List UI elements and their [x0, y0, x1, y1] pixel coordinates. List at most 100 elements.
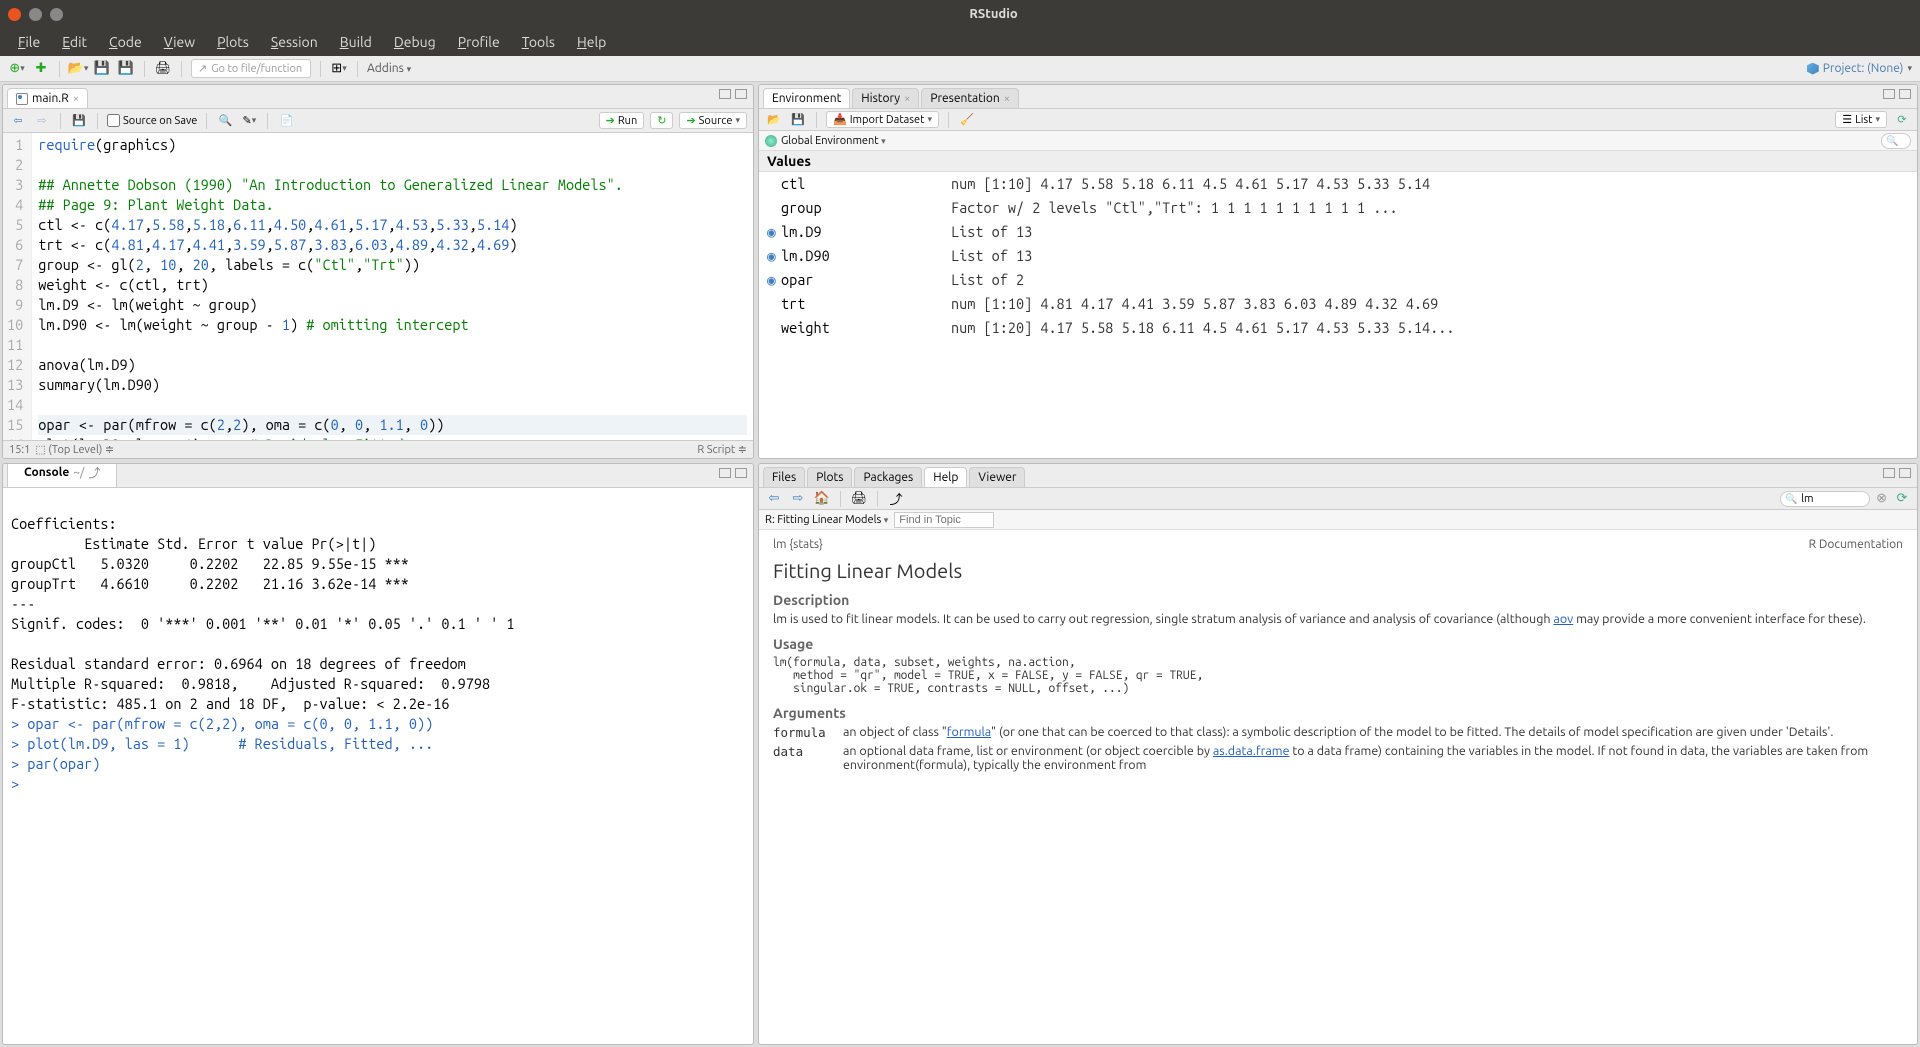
window-maximize-button[interactable] — [50, 8, 63, 21]
console-popout-icon[interactable]: ⤴ — [88, 464, 100, 481]
env-var-value: num [1:10] 4.17 5.58 5.18 6.11 4.5 4.61 … — [951, 173, 1909, 195]
tab-environment[interactable]: Environment — [763, 88, 850, 108]
list-view-button[interactable]: ☰ List ▾ — [1835, 111, 1887, 128]
console-tab[interactable]: Console ~/ ⤴ — [7, 463, 117, 487]
scope-indicator[interactable]: ⬚ (Top Level) ≑ — [35, 443, 114, 456]
tab-help[interactable]: Help — [924, 467, 967, 487]
console-output[interactable]: Coefficients: Estimate Std. Error t valu… — [3, 488, 753, 1044]
menu-plots[interactable]: Plots — [207, 30, 259, 54]
tab-plots[interactable]: Plots — [807, 467, 852, 487]
save-workspace-icon[interactable]: 💾 — [789, 111, 807, 129]
source-button[interactable]: ➔Source ▾ — [679, 112, 747, 129]
source-on-save-checkbox[interactable]: Source on Save — [107, 114, 197, 127]
find-icon[interactable]: 🔍 — [216, 112, 234, 130]
menu-edit[interactable]: Edit — [52, 30, 97, 54]
scope-selector[interactable]: Global Environment ▾ — [781, 135, 886, 147]
env-var-value: List of 13 — [951, 221, 1909, 243]
pane-minimize-icon[interactable] — [719, 89, 731, 99]
menu-tools[interactable]: Tools — [512, 30, 565, 54]
save-all-icon[interactable]: 💾 — [117, 60, 135, 78]
help-print-icon[interactable]: 🖨 — [850, 490, 868, 508]
expand-icon[interactable]: ◉ — [767, 245, 781, 267]
env-var-name: opar — [781, 269, 951, 291]
pane-maximize-icon[interactable] — [1899, 89, 1911, 99]
file-type-indicator[interactable]: R Script ≑ — [697, 443, 747, 456]
help-link-aov[interactable]: aov — [1553, 612, 1573, 626]
tab-viewer[interactable]: Viewer — [969, 467, 1025, 487]
save-icon[interactable]: 💾 — [93, 60, 111, 78]
menu-file[interactable]: File — [8, 30, 50, 54]
menu-view[interactable]: View — [154, 30, 205, 54]
new-file-icon[interactable]: ⊕▾ — [8, 60, 26, 78]
print-icon[interactable]: 🖨 — [154, 60, 172, 78]
source-tab-main[interactable]: main.R × — [7, 88, 88, 108]
help-search-clear-icon[interactable]: ⊗ — [1876, 491, 1887, 506]
pane-minimize-icon[interactable] — [719, 468, 731, 478]
new-project-icon[interactable]: ✚ — [32, 60, 50, 78]
menu-code[interactable]: Code — [99, 30, 152, 54]
goto-file-input[interactable]: ↗Go to file/function — [191, 59, 311, 78]
rerun-button[interactable]: ↻ — [650, 112, 673, 129]
menu-session[interactable]: Session — [261, 30, 328, 54]
report-icon[interactable]: 📄 — [277, 112, 295, 130]
tab-packages[interactable]: Packages — [854, 467, 922, 487]
close-tab-icon[interactable]: × — [73, 93, 79, 105]
pane-maximize-icon[interactable] — [735, 89, 747, 99]
help-refresh-icon[interactable]: ⟳ — [1893, 490, 1911, 508]
pane-maximize-icon[interactable] — [1899, 468, 1911, 478]
forward-icon[interactable]: ⇨ — [33, 112, 51, 130]
menu-profile[interactable]: Profile — [448, 30, 510, 54]
pane-maximize-icon[interactable] — [735, 468, 747, 478]
env-row[interactable]: ctlnum [1:10] 4.17 5.58 5.18 6.11 4.5 4.… — [759, 172, 1917, 196]
grid-icon[interactable]: ⊞▾ — [330, 60, 348, 78]
pane-minimize-icon[interactable] — [1883, 468, 1895, 478]
env-var-value: List of 13 — [951, 245, 1909, 267]
back-icon[interactable]: ⇦ — [9, 112, 27, 130]
clear-workspace-icon[interactable]: 🧹 — [958, 111, 976, 129]
help-search-input[interactable]: lm — [1780, 491, 1870, 507]
env-row[interactable]: trtnum [1:10] 4.81 4.17 4.41 3.59 5.87 3… — [759, 292, 1917, 316]
expand-icon[interactable]: ◉ — [767, 269, 781, 291]
window-close-button[interactable] — [8, 8, 21, 21]
env-var-name: lm.D90 — [781, 245, 951, 267]
run-button[interactable]: ➔Run — [599, 112, 645, 129]
menu-help[interactable]: Help — [567, 30, 616, 54]
import-dataset-button[interactable]: 📥 Import Dataset ▾ — [826, 111, 939, 128]
addins-dropdown[interactable]: Addins ▾ — [367, 62, 411, 75]
help-home-icon[interactable]: 🏠 — [813, 490, 831, 508]
project-dropdown[interactable]: Project: (None) ▾ — [1807, 62, 1912, 75]
env-row[interactable]: ◉lm.D9List of 13 — [759, 220, 1917, 244]
help-link[interactable]: formula — [947, 725, 991, 739]
tab-files[interactable]: Files — [763, 467, 805, 487]
open-file-icon[interactable]: 📂▾ — [69, 60, 87, 78]
refresh-icon[interactable]: ⟳ — [1893, 111, 1911, 129]
menu-build[interactable]: Build — [330, 30, 382, 54]
env-row[interactable]: ◉lm.D90List of 13 — [759, 244, 1917, 268]
help-forward-icon[interactable]: ⇨ — [789, 490, 807, 508]
wand-icon[interactable]: ✎▾ — [240, 112, 258, 130]
tab-presentation[interactable]: Presentation× — [921, 88, 1019, 108]
help-link[interactable]: as.data.frame — [1213, 744, 1290, 758]
env-row[interactable]: groupFactor w/ 2 levels "Ctl","Trt": 1 1… — [759, 196, 1917, 220]
close-tab-icon[interactable]: × — [1004, 93, 1010, 105]
help-popout-icon[interactable]: ⤴ — [887, 490, 905, 508]
expand-icon[interactable]: ◉ — [767, 221, 781, 243]
source-editor[interactable]: 12345678910111213141516 require(graphics… — [3, 133, 753, 440]
window-minimize-button[interactable] — [29, 8, 42, 21]
env-row[interactable]: ◉oparList of 2 — [759, 268, 1917, 292]
close-tab-icon[interactable]: × — [904, 93, 910, 105]
env-row[interactable]: weightnum [1:20] 4.17 5.58 5.18 6.11 4.5… — [759, 316, 1917, 340]
help-back-icon[interactable]: ⇦ — [765, 490, 783, 508]
menu-debug[interactable]: Debug — [384, 30, 446, 54]
find-in-topic-input[interactable] — [894, 512, 994, 528]
help-topic-dropdown[interactable]: R: Fitting Linear Models ▾ — [765, 514, 888, 526]
pane-minimize-icon[interactable] — [1883, 89, 1895, 99]
help-description: lm is used to fit linear models. It can … — [773, 612, 1903, 626]
load-workspace-icon[interactable]: 📂 — [765, 111, 783, 129]
save-source-icon[interactable]: 💾 — [70, 112, 88, 130]
env-var-value: Factor w/ 2 levels "Ctl","Trt": 1 1 1 1 … — [951, 197, 1909, 219]
tab-history[interactable]: History× — [852, 88, 919, 108]
source-tab-label: main.R — [32, 92, 69, 105]
env-var-name: trt — [781, 293, 951, 315]
env-search-input[interactable] — [1881, 133, 1911, 149]
